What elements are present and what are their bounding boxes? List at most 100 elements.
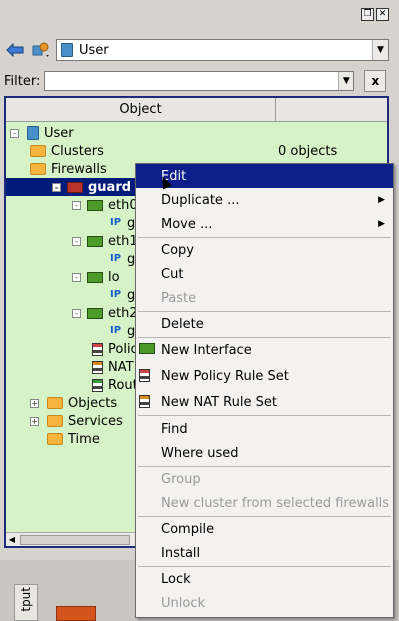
menu-item-duplicate[interactable]: Duplicate ... ▶ — [136, 188, 393, 212]
menu-item-lock[interactable]: Lock — [136, 567, 393, 591]
menu-item-new-cluster[interactable]: New cluster from selected firewalls — [136, 491, 393, 515]
tree-node-nat[interactable]: NAT — [92, 358, 134, 376]
menu-item-label: New NAT Rule Set — [161, 394, 277, 410]
menu-item-label: Install — [161, 545, 201, 561]
menu-item-copy[interactable]: Copy — [136, 238, 393, 262]
back-button[interactable] — [4, 39, 26, 61]
tree-node-address[interactable]: IP g — [110, 322, 135, 340]
menu-item-unlock[interactable]: Unlock — [136, 591, 393, 615]
filter-row: Filter: ▼ x — [4, 70, 389, 92]
library-icon — [61, 43, 73, 57]
menu-item-label: Group — [161, 471, 201, 487]
interface-icon — [87, 235, 103, 247]
tree-node-label: eth2 — [108, 305, 138, 321]
tree-node-label: eth1 — [108, 233, 138, 249]
expand-icon[interactable]: + — [30, 416, 39, 426]
ip-address-icon: IP — [110, 325, 122, 336]
collapse-icon[interactable]: - — [72, 272, 81, 282]
menu-separator — [138, 415, 391, 416]
collapse-icon[interactable]: - — [52, 182, 61, 192]
tree-node-objects[interactable]: + Objects — [30, 394, 117, 412]
tree-node-policy[interactable]: Polic — [92, 340, 138, 358]
chevron-down-icon[interactable]: ▼ — [372, 40, 388, 60]
collapse-icon[interactable]: - — [72, 308, 81, 318]
scroll-left-icon[interactable]: ◀ — [6, 534, 18, 546]
tree-node-services[interactable]: + Services — [30, 412, 123, 430]
clear-filter-button[interactable]: x — [364, 70, 387, 92]
collapse-icon[interactable]: - — [72, 200, 81, 210]
ip-address-icon: IP — [110, 217, 122, 228]
tree-node-interface-lo[interactable]: - lo — [72, 268, 120, 286]
menu-item-paste[interactable]: Paste — [136, 286, 393, 310]
collapse-icon[interactable]: - — [10, 128, 19, 138]
tree-node-time[interactable]: Time — [47, 430, 100, 448]
routing-icon — [92, 378, 103, 392]
menu-item-delete[interactable]: Delete — [136, 312, 393, 336]
menu-item-label: Compile — [161, 521, 215, 537]
tree-node-interface-eth2[interactable]: - eth2 — [72, 304, 138, 322]
expand-icon[interactable]: + — [30, 398, 39, 408]
tab-output[interactable]: tput — [14, 584, 38, 621]
menu-item-move[interactable]: Move ... ▶ — [136, 212, 393, 236]
policy-icon — [139, 369, 150, 382]
float-icon[interactable]: ❐ — [361, 8, 374, 21]
menu-item-new-interface[interactable]: New Interface — [136, 338, 393, 362]
interface-icon — [139, 343, 155, 354]
menu-item-cut[interactable]: Cut — [136, 262, 393, 286]
ip-address-icon: IP — [110, 289, 122, 300]
menu-item-label: Paste — [161, 290, 197, 306]
menu-item-group[interactable]: Group — [136, 467, 393, 491]
submenu-arrow-icon: ▶ — [378, 195, 385, 205]
tree-node-firewall-guard[interactable]: - guard — [6, 178, 141, 196]
folder-icon — [47, 415, 63, 427]
tree-node-address[interactable]: IP g — [110, 250, 135, 268]
new-object-button[interactable] — [30, 39, 52, 61]
tree-node-label: Time — [68, 431, 100, 447]
tree-node-label: Clusters — [51, 143, 104, 159]
tree-node-label: Services — [68, 413, 123, 429]
menu-item-label: Delete — [161, 316, 204, 332]
menu-item-new-nat-rule-set[interactable]: New NAT Rule Set — [136, 390, 393, 414]
menu-item-find[interactable]: Find — [136, 417, 393, 441]
tree-node-routing[interactable]: Rout — [92, 376, 138, 394]
menu-item-compile[interactable]: Compile — [136, 517, 393, 541]
library-select[interactable]: User ▼ — [56, 39, 389, 61]
column-header-extra[interactable] — [276, 98, 387, 121]
tree-node-user[interactable]: - User — [10, 124, 74, 142]
column-header-object[interactable]: Object — [6, 98, 276, 121]
toolbar: User ▼ — [4, 38, 389, 62]
menu-item-where-used[interactable]: Where used — [136, 441, 393, 465]
tree-node-address[interactable]: IP g — [110, 286, 135, 304]
filter-input[interactable]: ▼ — [44, 71, 355, 91]
scrollbar-thumb[interactable] — [20, 534, 130, 545]
folder-icon — [47, 433, 63, 445]
policy-icon — [92, 342, 103, 356]
collapse-icon[interactable]: - — [72, 236, 81, 246]
tab-output-label: tput — [19, 587, 33, 612]
tree-node-label: lo — [108, 269, 120, 285]
tree-node-clusters[interactable]: Clusters 0 objects — [30, 142, 387, 160]
menu-item-label: Where used — [161, 445, 239, 461]
menu-item-label: Duplicate ... — [161, 192, 240, 208]
tree-node-label: Objects — [68, 395, 118, 411]
folder-icon — [30, 145, 46, 157]
menu-item-edit[interactable]: Edit — [136, 164, 393, 188]
context-menu: Edit Duplicate ... ▶ Move ... ▶ Copy Cut… — [135, 163, 394, 618]
tree-node-interface-eth0[interactable]: - eth0 — [72, 196, 138, 214]
menu-item-install[interactable]: Install — [136, 541, 393, 565]
dock-controls: ❐ ✕ — [361, 8, 389, 21]
tree-node-interface-eth1[interactable]: - eth1 — [72, 232, 138, 250]
menu-item-label: Lock — [161, 571, 191, 587]
filter-label: Filter: — [4, 73, 41, 89]
tree-node-label: eth0 — [108, 197, 138, 213]
tree-node-address[interactable]: IP g — [110, 214, 135, 232]
submenu-arrow-icon: ▶ — [378, 219, 385, 229]
menu-item-new-policy-rule-set[interactable]: New Policy Rule Set — [136, 364, 393, 388]
close-icon[interactable]: ✕ — [376, 8, 389, 21]
tree-node-firewalls[interactable]: Firewalls — [30, 160, 107, 178]
interface-icon — [87, 199, 103, 211]
chevron-down-icon[interactable]: ▼ — [338, 72, 354, 90]
tree-header: Object — [6, 98, 387, 122]
firewall-icon — [67, 181, 83, 193]
menu-item-label: Find — [161, 421, 188, 437]
